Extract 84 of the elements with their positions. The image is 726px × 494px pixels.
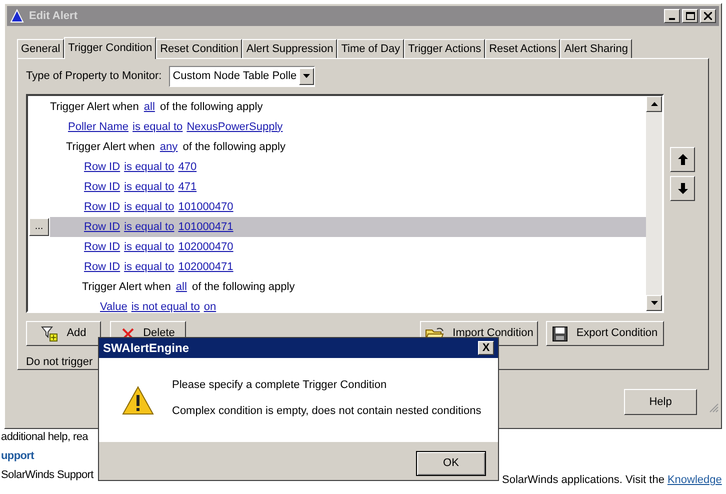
condition-link[interactable]: 101000471 xyxy=(178,218,234,236)
up-arrow-icon xyxy=(678,154,688,165)
condition-link[interactable]: Row ID xyxy=(84,158,120,176)
condition-link[interactable]: 102000471 xyxy=(178,258,234,276)
condition-link[interactable]: NexusPowerSupply xyxy=(186,118,283,136)
warning-triangle-icon xyxy=(10,9,24,23)
dialog-detail: Complex condition is empty, does not contain nested conditions xyxy=(172,404,482,418)
move-up-button[interactable] xyxy=(670,147,695,172)
condition-link[interactable]: is equal to xyxy=(124,178,174,196)
condition-link[interactable]: is equal to xyxy=(124,238,174,256)
knowledge-link[interactable]: Knowledge xyxy=(667,473,722,487)
condition-link[interactable]: any xyxy=(160,138,178,156)
condition-link[interactable]: is equal to xyxy=(124,258,174,276)
page-text: additional help, rea xyxy=(1,431,90,444)
ok-button[interactable]: OK xyxy=(416,451,486,476)
add-button[interactable]: Add xyxy=(26,321,101,346)
condition-text: of the following apply xyxy=(190,280,295,295)
condition-link[interactable]: Row ID xyxy=(84,238,120,256)
condition-text: of the following apply xyxy=(158,100,263,115)
condition-row[interactable]: Row ID is equal to 101000470 xyxy=(50,197,646,217)
condition-row[interactable]: Row ID is equal to 470 xyxy=(50,157,646,177)
warning-icon xyxy=(122,386,154,414)
maximize-icon xyxy=(686,12,694,20)
dialog-message: Please specify a complete Trigger Condition xyxy=(172,378,388,393)
dialog-close-button[interactable]: X xyxy=(478,341,494,355)
condition-text: of the following apply xyxy=(182,140,286,155)
move-down-button[interactable] xyxy=(670,176,695,201)
condition-row[interactable]: Row ID is equal to 471 xyxy=(50,177,646,197)
condition-link[interactable]: Row ID xyxy=(84,258,120,276)
condition-link[interactable]: Row ID xyxy=(84,198,120,216)
condition-link[interactable]: all xyxy=(176,278,187,296)
condition-link[interactable]: 101000470 xyxy=(178,198,234,216)
condition-text: Trigger Alert when xyxy=(50,100,140,115)
condition-link[interactable]: is equal to xyxy=(124,218,174,236)
condition-link[interactable]: Poller Name xyxy=(68,118,129,136)
condition-row[interactable]: Trigger Alert when any of the following apply xyxy=(50,137,646,157)
minimize-button[interactable] xyxy=(664,9,680,23)
tab[interactable]: Alert Sharing xyxy=(560,39,632,58)
page-text: SolarWinds Support xyxy=(1,469,94,482)
window-title: Edit Alert xyxy=(29,8,78,24)
condition-link[interactable]: Row ID xyxy=(84,218,120,236)
tab[interactable]: Trigger Actions xyxy=(404,39,486,58)
condition-link[interactable]: 470 xyxy=(178,158,197,176)
tab[interactable]: Alert Suppression xyxy=(242,39,338,58)
export-button[interactable]: Export Condition xyxy=(546,321,664,346)
condition-text: Trigger Alert when xyxy=(82,280,172,295)
scrollbar[interactable] xyxy=(646,96,662,311)
condition-row[interactable]: Poller Name is equal to NexusPowerSupply xyxy=(50,117,646,137)
tab[interactable]: Reset Actions xyxy=(485,39,560,58)
condition-link[interactable]: Value xyxy=(100,298,128,316)
condition-row[interactable]: Trigger Alert when all of the following apply xyxy=(50,277,646,297)
tab[interactable]: Time of Day xyxy=(337,39,404,58)
resize-grip-icon xyxy=(709,403,719,413)
note-text: Do not trigger xyxy=(26,355,94,369)
property-dropdown[interactable]: Custom Node Table Polle xyxy=(168,66,315,86)
condition-link[interactable]: 102000470 xyxy=(178,238,234,256)
condition-link[interactable]: on xyxy=(204,298,216,316)
condition-link[interactable]: all xyxy=(144,98,155,116)
tab[interactable]: General xyxy=(17,39,64,58)
condition-link[interactable]: is equal to xyxy=(124,158,174,176)
condition-link[interactable]: 471 xyxy=(178,178,197,196)
condition-link[interactable]: is equal to xyxy=(124,198,174,216)
section-heading: upport xyxy=(1,450,36,463)
down-arrow-icon xyxy=(678,183,688,194)
condition-link[interactable]: Row ID xyxy=(84,178,120,196)
condition-row[interactable]: Row ID is equal to 102000470 xyxy=(50,237,646,257)
filter-plus-icon xyxy=(40,326,59,342)
page-text: SolarWinds applications. Visit the xyxy=(502,473,664,487)
tab[interactable]: Trigger Condition xyxy=(64,37,156,59)
minimize-icon xyxy=(669,18,675,20)
selected-condition-row[interactable]: Row ID is equal to 101000471 xyxy=(50,217,646,237)
condition-link[interactable]: is not equal to xyxy=(131,298,200,316)
help-button[interactable]: Help xyxy=(624,389,697,415)
condition-row[interactable]: Row ID is equal to 102000471 xyxy=(50,257,646,277)
condition-row[interactable]: Trigger Alert when all of the following apply xyxy=(50,97,646,117)
maximize-button[interactable] xyxy=(682,9,698,23)
condition-text: Trigger Alert when xyxy=(66,140,156,155)
condition-link[interactable]: is equal to xyxy=(132,118,183,136)
close-button[interactable] xyxy=(700,9,716,23)
row-options-button[interactable]: ... xyxy=(29,218,49,236)
condition-row[interactable]: Value is not equal to on xyxy=(50,297,646,317)
property-label: Type of Property to Monitor: xyxy=(26,68,162,84)
tab[interactable]: Reset Condition xyxy=(156,39,242,58)
close-icon xyxy=(704,12,712,20)
